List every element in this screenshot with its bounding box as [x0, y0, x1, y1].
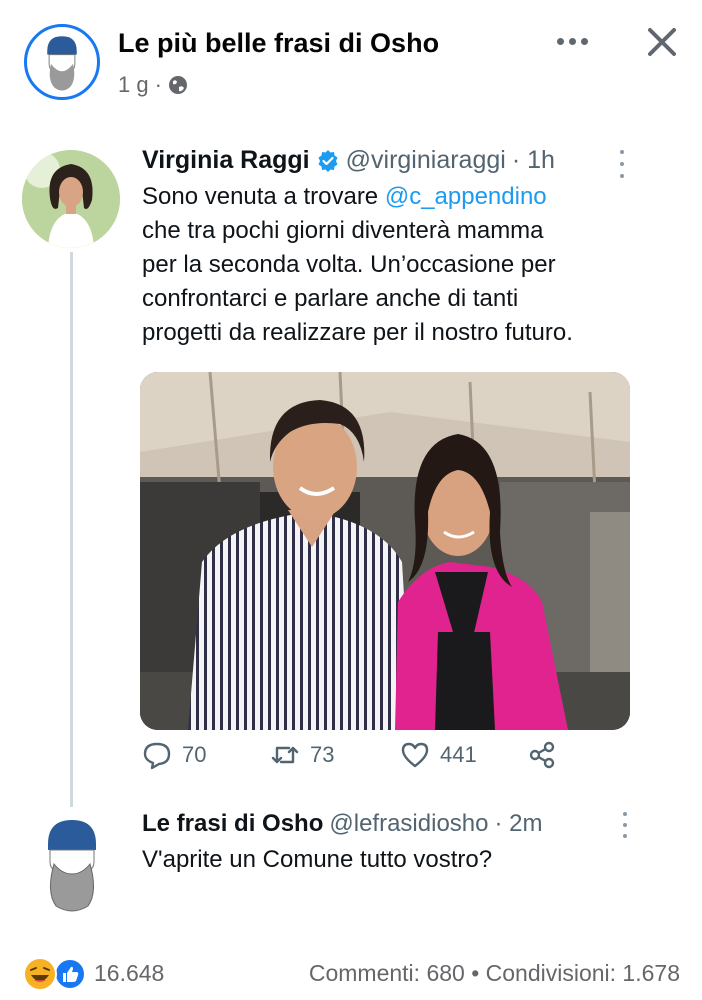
tweet-text-line: che tra pochi giorni diventerà mamma — [142, 217, 544, 244]
verified-badge-icon — [318, 149, 338, 172]
tweet-photo[interactable] — [140, 372, 630, 730]
reply-author-handle[interactable]: @lefrasidiosho — [329, 810, 488, 838]
tweet-header: Virginia Raggi @virginiaraggi · 1h — [142, 146, 555, 175]
tweet-text-line: confrontarci e parlare anche di tanti — [142, 285, 519, 312]
reply-text: V'aprite un Comune tutto vostro? — [142, 846, 493, 873]
tweet-actions: 70 73 441 — [142, 735, 582, 775]
meta-separator: · — [154, 72, 162, 97]
reply-author-name[interactable]: Le frasi di Osho — [142, 810, 323, 838]
reply-count: 70 — [182, 742, 207, 767]
dot-icon — [623, 812, 627, 816]
retweet-icon — [271, 746, 299, 764]
share-icon — [529, 741, 555, 769]
reply-action[interactable]: 70 — [142, 735, 206, 775]
post-footer: 16.648 Commenti: 680 • Condivisioni: 1.6… — [0, 950, 702, 996]
heart-icon — [401, 742, 429, 768]
share-action[interactable] — [527, 735, 557, 775]
page-name[interactable]: Le più belle frasi di Osho — [118, 28, 439, 59]
dot-icon — [620, 174, 624, 178]
reply-more-options-button[interactable] — [617, 812, 633, 838]
comments-shares-stats[interactable]: Commenti: 680 • Condivisioni: 1.678 — [309, 960, 680, 987]
reply-time: · 2m — [494, 810, 543, 837]
more-options-button[interactable] — [552, 24, 592, 58]
dot-icon — [623, 834, 627, 838]
reactions-icon[interactable] — [22, 956, 88, 992]
tweet-time: · 1h — [511, 146, 555, 174]
dot-icon — [620, 150, 624, 154]
like-action[interactable]: 441 — [400, 735, 477, 775]
like-count: 441 — [440, 742, 477, 767]
tweet-author-handle[interactable]: @virginiaraggi — [346, 146, 506, 175]
reactions-count[interactable]: 16.648 — [94, 960, 164, 987]
tweet-text-line: progetti da realizzare per il nostro fut… — [142, 319, 573, 346]
retweet-count: 73 — [310, 742, 335, 767]
dot-icon — [623, 823, 627, 827]
tweet-more-options-button[interactable] — [612, 150, 632, 178]
dot-icon — [620, 162, 624, 166]
tweet-author-avatar[interactable] — [22, 150, 120, 248]
reply-header: Le frasi di Osho @lefrasidiosho · 2m — [142, 810, 542, 838]
dot-icon — [568, 37, 576, 45]
close-icon[interactable] — [642, 22, 682, 62]
page-avatar[interactable] — [24, 24, 100, 100]
post-age[interactable]: 1 g — [118, 72, 149, 98]
thread-connector — [70, 252, 73, 807]
reply-author-avatar[interactable] — [36, 816, 108, 916]
tweet-text-line: Sono venuta a trovare @c_appendino — [142, 183, 547, 210]
tweet-author-name[interactable]: Virginia Raggi — [142, 146, 310, 175]
retweet-action[interactable]: 73 — [270, 735, 334, 775]
dot-icon — [580, 37, 588, 45]
mention-link[interactable]: @c_appendino — [385, 183, 547, 210]
post-header: Le più belle frasi di Osho 1 g · — [0, 0, 702, 110]
tweet-text: Sono venuta a trovare @c_appendino che t… — [142, 180, 662, 350]
globe-icon — [168, 76, 187, 94]
reply-icon — [143, 742, 171, 770]
post-meta: 1 g · — [118, 72, 188, 98]
tweet-text-line: per la seconda volta. Un’occasione per — [142, 251, 556, 278]
dot-icon — [556, 37, 564, 45]
